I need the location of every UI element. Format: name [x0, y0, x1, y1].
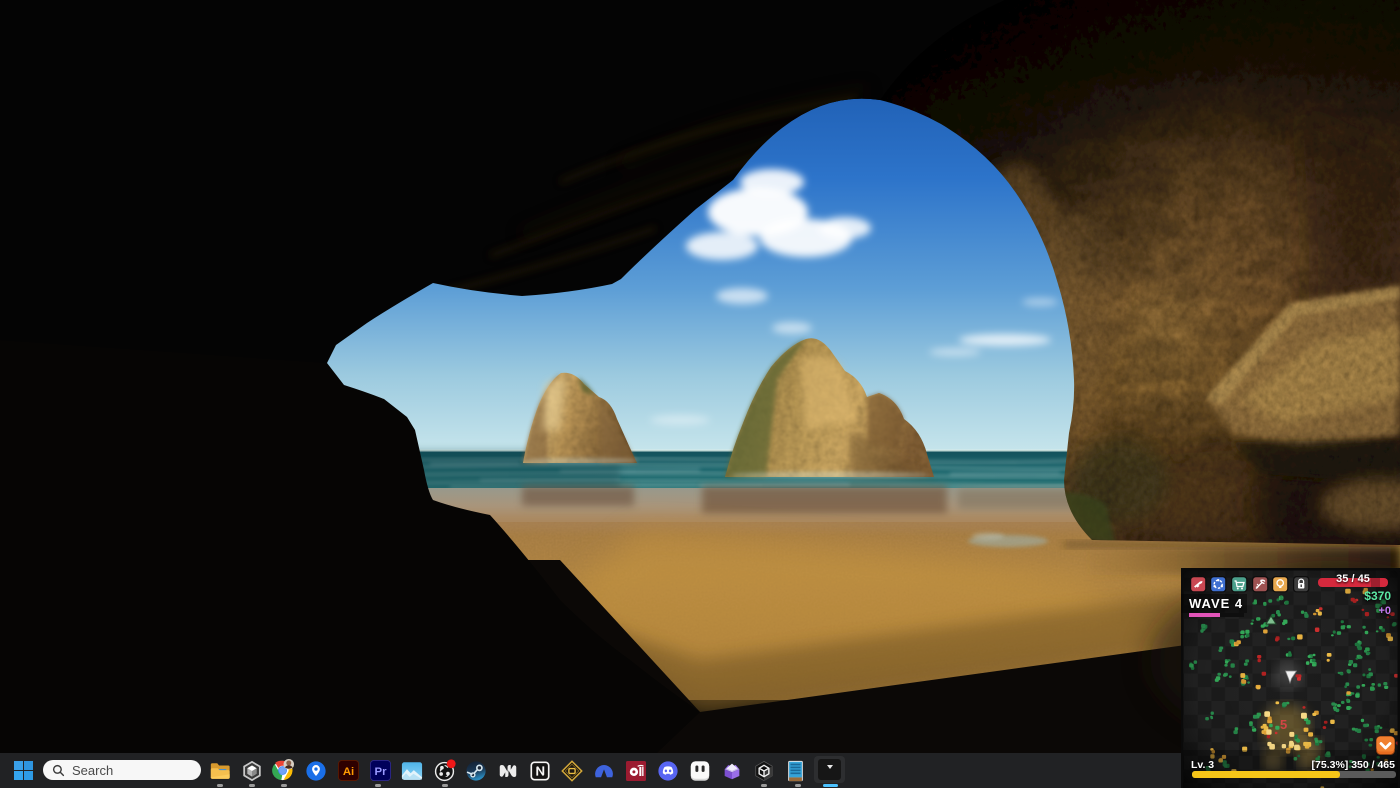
svg-text:Pr: Pr — [374, 766, 387, 778]
svg-text:Ai: Ai — [342, 766, 353, 778]
